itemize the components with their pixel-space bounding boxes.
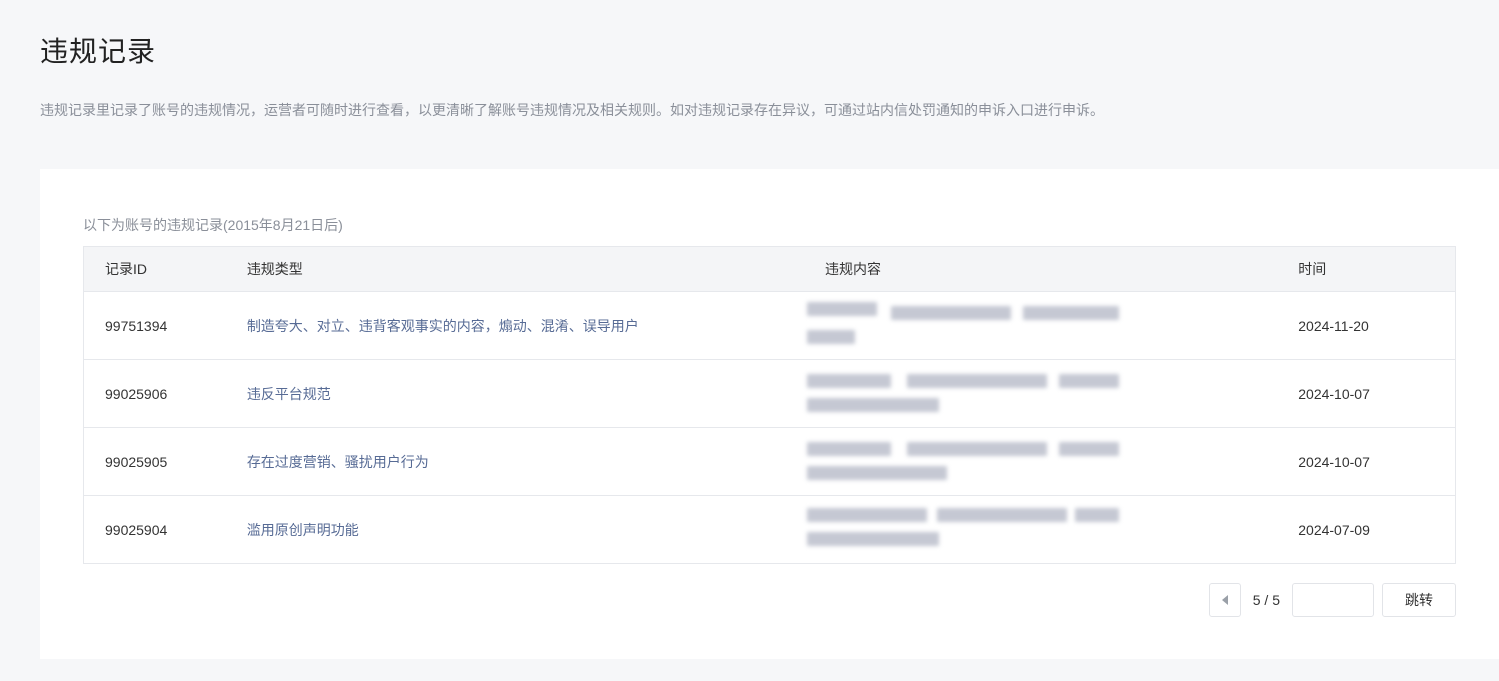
jump-button[interactable]: 跳转 [1382,583,1456,617]
table-row: 99025905 存在过度营销、骚扰用户行为 2024-10-07 [84,427,1455,495]
page-indicator: 5 / 5 [1252,592,1280,608]
caret-left-icon [1221,595,1228,605]
blurred-content [804,496,1277,563]
prev-page-button[interactable] [1208,583,1241,617]
record-time: 2024-10-07 [1298,453,1370,470]
record-id: 99751394 [105,317,168,334]
records-intro: 以下为账号的违规记录(2015年8月21日后) [83,217,343,233]
violation-type-link[interactable]: 违反平台规范 [247,386,331,402]
blurred-content [804,428,1277,495]
table-row: 99751394 制造夸大、对立、违背客观事实的内容，煽动、混淆、误导用户 20… [84,291,1455,359]
violation-type-link[interactable]: 制造夸大、对立、违背客观事实的内容，煽动、混淆、误导用户 [247,318,639,334]
record-time: 2024-07-09 [1298,521,1370,538]
record-time: 2024-11-20 [1298,317,1369,334]
record-id: 99025906 [105,385,168,402]
table-row: 99025904 滥用原创声明功能 2024-07-09 [84,495,1455,563]
record-id: 99025905 [105,453,168,470]
violation-type-link[interactable]: 存在过度营销、骚扰用户行为 [247,454,429,470]
jump-page-input[interactable] [1292,583,1374,617]
blurred-content [804,292,1277,359]
column-header-content: 违规内容 [824,261,881,277]
record-time: 2024-10-07 [1298,385,1370,402]
blurred-content [804,360,1277,427]
column-header-time: 时间 [1298,261,1327,277]
records-card: 以下为账号的违规记录(2015年8月21日后) 记录ID 违规类型 违规内容 时… [40,169,1499,659]
records-table: 记录ID 违规类型 违规内容 时间 99751394 制造夸大、对立、违背客观事… [83,246,1456,564]
violation-type-link[interactable]: 滥用原创声明功能 [247,522,359,538]
record-id: 99025904 [105,521,168,538]
table-row: 99025906 违反平台规范 2024-10-07 [84,359,1455,427]
table-header: 记录ID 违规类型 违规内容 时间 [84,247,1455,291]
page-description: 违规记录里记录了账号的违规情况，运营者可随时进行查看，以更清晰了解账号违规情况及… [40,102,1104,118]
pagination: 5 / 5 跳转 [1208,583,1456,617]
column-header-id: 记录ID [105,261,147,277]
column-header-type: 违规类型 [246,261,303,277]
page-title: 违规记录 [40,36,157,67]
